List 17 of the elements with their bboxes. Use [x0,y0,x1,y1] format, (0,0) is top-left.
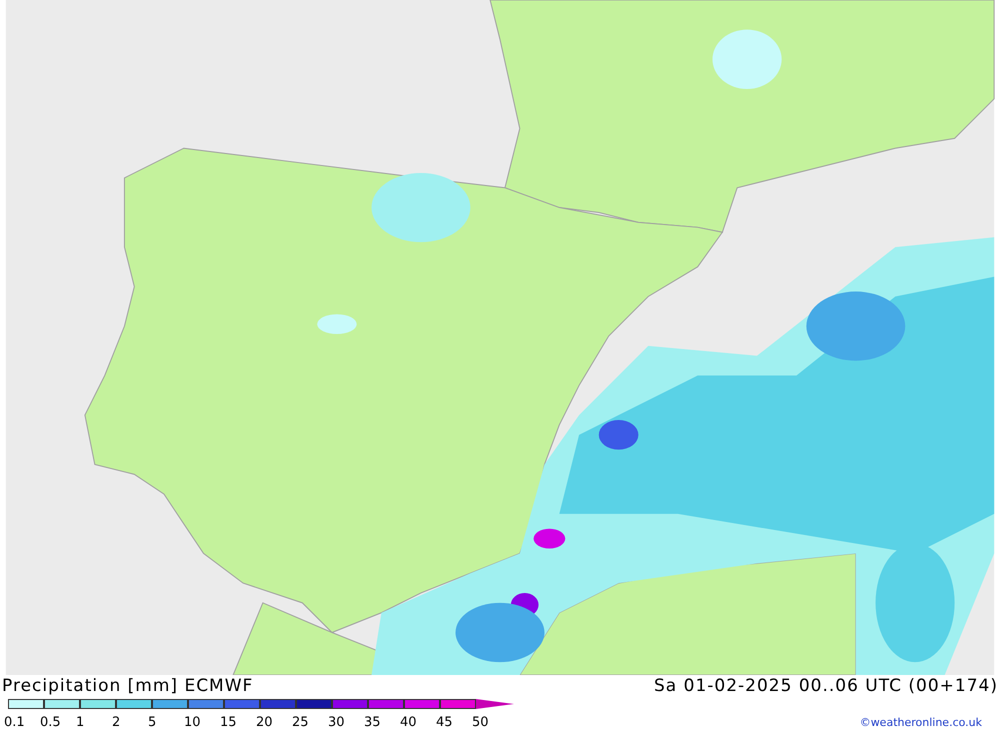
forecast-datetime: Sa 01-02-2025 00..06 UTC (00+174) [654,675,998,698]
legend-label: 45 [436,715,453,730]
legend-label: 20 [256,715,273,730]
copyright-link[interactable]: ©weatheronline.co.uk [860,714,982,731]
legend-label: 15 [220,715,237,730]
legend-label: 40 [400,715,417,730]
legend-label: 5 [148,715,156,730]
legend-label: 0.5 [40,715,61,730]
legend-label: 1 [76,715,84,730]
legend-label: 0.1 [4,715,25,730]
legend-label: 25 [292,715,309,730]
legend-label: 50 [472,715,489,730]
legend-label: 30 [328,715,345,730]
legend-label: 35 [364,715,381,730]
legend-label: 2 [112,715,120,730]
map-title: Precipitation [mm] ECMWF [2,675,254,698]
legend-label: 10 [184,715,201,730]
